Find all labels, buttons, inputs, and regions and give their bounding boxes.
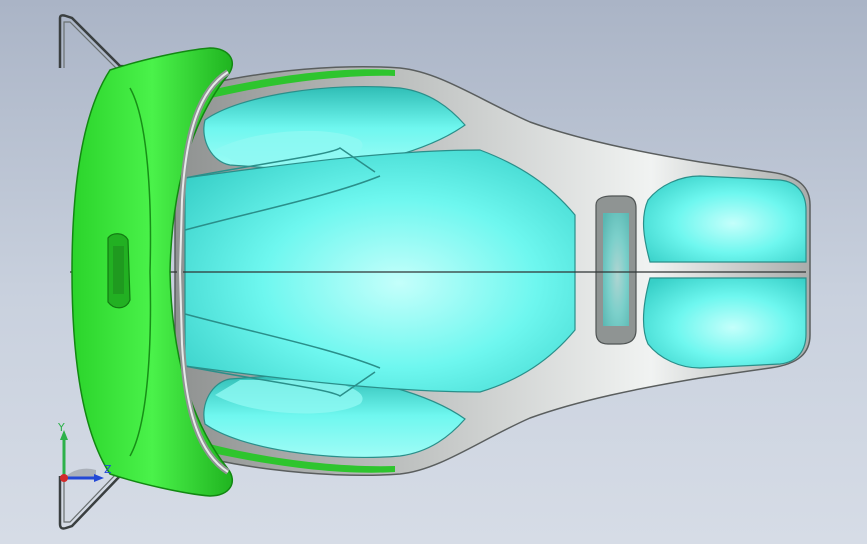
triad-y-label: Y [57,421,65,434]
view-triad: Y Z [57,421,112,482]
triad-z-label: Z [104,463,112,476]
triad-origin-icon [60,474,68,482]
seat-model[interactable] [0,0,867,544]
graphics-viewport[interactable]: Y Z [0,0,867,544]
